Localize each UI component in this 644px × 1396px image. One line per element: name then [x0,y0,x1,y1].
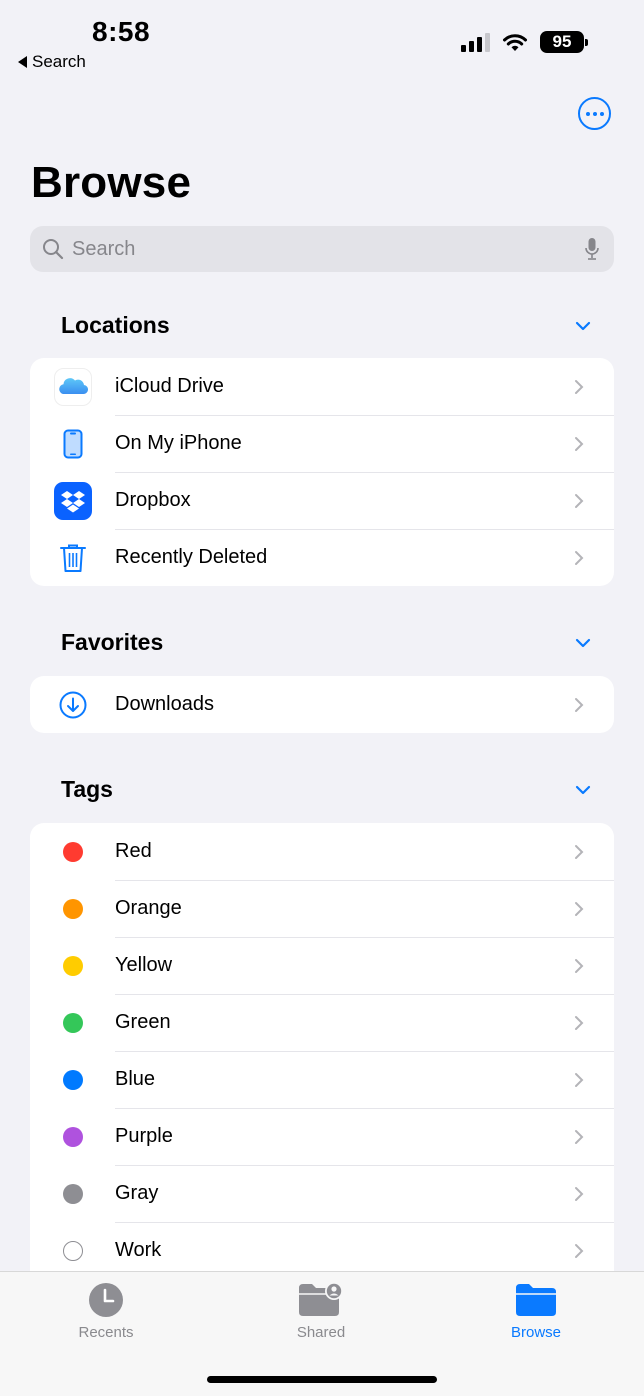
tag-item-blue[interactable]: Blue [30,1051,614,1108]
more-options-button[interactable] [578,97,611,130]
clock-icon [89,1283,123,1317]
favorite-item-downloads[interactable]: Downloads [30,676,614,733]
chevron-right-icon [575,493,584,508]
iphone-icon [63,429,82,458]
tag-label: Orange [115,897,182,919]
battery-level: 95 [540,31,584,53]
folder-icon [516,1284,556,1316]
tag-item-purple[interactable]: Purple [30,1108,614,1165]
favorites-header[interactable]: Favorites [61,629,591,656]
chevron-right-icon [575,1243,584,1258]
chevron-right-icon [575,436,584,451]
tag-color-dot-icon [62,955,83,976]
download-circle-icon [59,691,86,718]
favorite-label: Downloads [115,693,214,715]
favorites-label: Favorites [61,629,164,655]
location-label: On My iPhone [115,432,242,454]
tag-color-dot-icon [62,1240,83,1261]
icloud-icon [53,367,92,406]
location-item-dropbox[interactable]: Dropbox [30,472,614,529]
chevron-right-icon [575,1015,584,1030]
tag-color-dot-icon [62,841,83,862]
ellipsis-circle-icon [585,111,590,116]
location-item-recently-deleted[interactable]: Recently Deleted [30,529,614,586]
tab-label: Shared [296,1324,346,1341]
chevron-right-icon [575,901,584,916]
status-bar: 8:58 Search 95 [0,0,644,80]
chevron-right-icon [575,1186,584,1201]
location-label: Recently Deleted [115,546,268,568]
tag-item-red[interactable]: Red [30,823,614,880]
chevron-right-icon [575,844,584,859]
tag-color-dot-icon [62,1183,83,1204]
dropbox-icon [53,481,92,520]
search-placeholder: Search [72,237,136,260]
tab-label: Browse [510,1324,562,1341]
tag-item-yellow[interactable]: Yellow [30,937,614,994]
favorites-list: Downloads [30,676,614,733]
battery-indicator: 95 [540,31,588,53]
chevron-right-icon [575,379,584,394]
back-triangle-icon [18,56,27,68]
chevron-down-icon[interactable] [575,638,591,648]
chevron-right-icon [575,958,584,973]
page-title: Browse [31,158,192,207]
locations-header[interactable]: Locations [61,312,591,339]
shared-folder-icon [299,1282,343,1316]
tab-recents[interactable]: Recents [46,1282,166,1341]
chevron-down-icon[interactable] [575,321,591,331]
tag-item-green[interactable]: Green [30,994,614,1051]
tag-color-dot-icon [62,1012,83,1033]
tag-item-orange[interactable]: Orange [30,880,614,937]
locations-label: Locations [61,312,170,338]
chevron-right-icon [575,1129,584,1144]
tag-label: Yellow [115,954,173,976]
tag-item-gray[interactable]: Gray [30,1165,614,1222]
tab-label: Recents [78,1324,134,1341]
home-indicator[interactable] [207,1376,437,1383]
microphone-icon[interactable] [584,237,600,261]
chevron-right-icon [575,1072,584,1087]
tag-color-dot-icon [62,1126,83,1147]
tags-list: Red Orange Yellow Green Blue Purple Gray Work [30,823,614,1271]
tab-browse[interactable]: Browse [476,1282,596,1341]
tag-item-work[interactable]: Work [30,1222,614,1271]
location-label: iCloud Drive [115,375,224,397]
back-label: Search [32,52,86,71]
tag-label: Green [115,1011,171,1033]
location-label: Dropbox [115,489,191,511]
tag-color-dot-icon [62,898,83,919]
location-item-icloud-drive[interactable]: iCloud Drive [30,358,614,415]
locations-list: iCloud Drive On My iPhone Dropbox Recent… [30,358,614,586]
wifi-icon [503,34,527,51]
tag-label: Gray [115,1182,159,1204]
trash-icon [59,544,86,572]
tab-shared[interactable]: Shared [261,1282,381,1341]
chevron-right-icon [575,550,584,565]
back-to-search-link[interactable]: Search [18,52,86,72]
tag-label: Red [115,840,152,862]
tag-label: Blue [115,1068,156,1090]
chevron-down-icon[interactable] [575,785,591,795]
tag-label: Purple [115,1125,173,1147]
chevron-right-icon [575,697,584,712]
tag-color-dot-icon [62,1069,83,1090]
cellular-signal-icon [461,32,490,52]
status-time: 8:58 [92,16,151,47]
magnifying-glass-icon [43,239,64,260]
search-field[interactable]: Search [30,226,614,272]
location-item-on-my-iphone[interactable]: On My iPhone [30,415,614,472]
tags-label: Tags [61,776,113,802]
tags-header[interactable]: Tags [61,776,591,803]
tag-label: Work [115,1239,162,1261]
